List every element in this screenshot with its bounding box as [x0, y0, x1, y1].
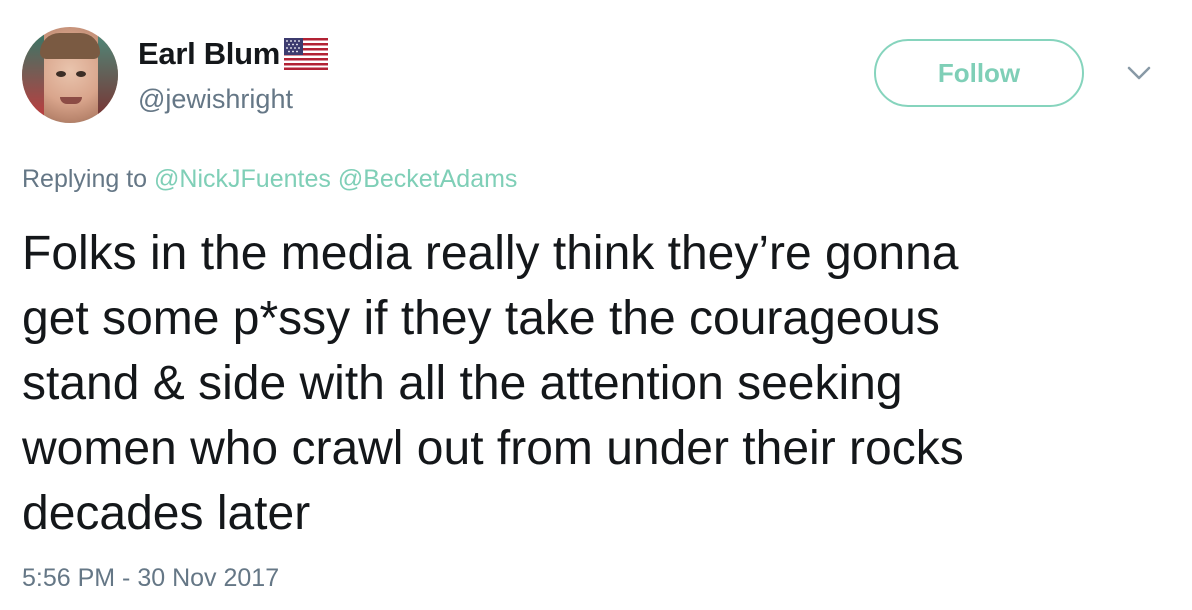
user-handle[interactable]: @jewishright: [138, 84, 293, 115]
avatar-mouth: [60, 97, 82, 104]
replying-to: Replying to @NickJFuentes @BecketAdams: [22, 165, 517, 194]
avatar-hair: [40, 33, 100, 59]
tweet-text-line: Folks in the media really think they’re …: [22, 227, 959, 280]
avatar-background-left: [22, 27, 44, 123]
display-name[interactable]: Earl Blum: [138, 36, 280, 72]
avatar-eye-left: [56, 71, 66, 77]
tweet-text-line: decades later: [22, 487, 311, 540]
mention-link[interactable]: @NickJFuentes: [154, 165, 331, 193]
replying-to-label: Replying to: [22, 165, 148, 193]
avatar[interactable]: [22, 27, 118, 123]
tweet-timestamp[interactable]: 5:56 PM - 30 Nov 2017: [22, 564, 279, 593]
tweet-text-line: stand & side with all the attention seek…: [22, 357, 903, 410]
follow-button[interactable]: Follow: [874, 39, 1084, 107]
tweet-text-line: get some p*ssy if they take the courageo…: [22, 292, 940, 345]
mention-link[interactable]: @BecketAdams: [338, 165, 518, 193]
avatar-background-right: [98, 27, 118, 123]
us-flag-icon: [284, 38, 329, 70]
avatar-eye-right: [76, 71, 86, 77]
tweet-text: Folks in the media really think they’re …: [22, 221, 1172, 546]
name-row: Earl Blum: [138, 34, 329, 74]
tweet-card: Earl Blum @jewishright Follow Replying t…: [0, 0, 1192, 610]
chevron-down-icon[interactable]: [1124, 62, 1154, 84]
tweet-text-line: women who crawl out from under their roc…: [22, 422, 964, 475]
